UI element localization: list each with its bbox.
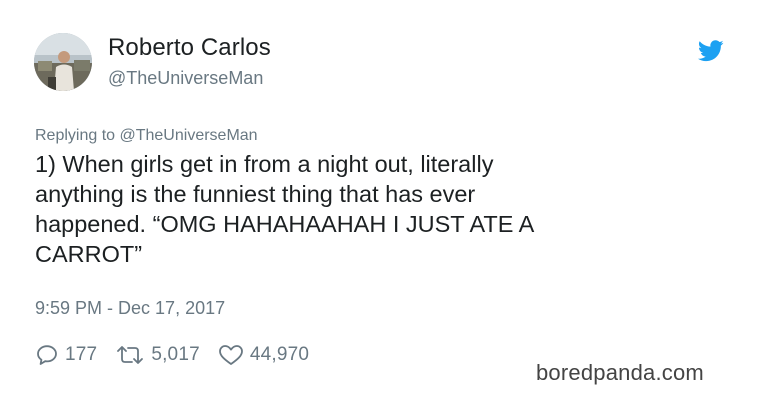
author-handle[interactable]: @TheUniverseMan xyxy=(108,68,263,89)
author-display-name[interactable]: Roberto Carlos xyxy=(108,34,271,62)
tweet-actions: 177 5,017 44,970 xyxy=(35,342,327,368)
profile-photo xyxy=(34,33,92,91)
twitter-bird-icon[interactable] xyxy=(698,40,724,62)
tweet-card: Roberto Carlos @TheUniverseMan Replying … xyxy=(0,0,760,400)
watermark: boredpanda.com xyxy=(536,360,704,385)
reply-icon xyxy=(37,345,57,365)
retweet-count: 5,017 xyxy=(151,344,200,365)
reply-button[interactable]: 177 xyxy=(35,343,97,367)
retweet-icon xyxy=(117,346,144,364)
like-button[interactable]: 44,970 xyxy=(218,343,309,367)
reply-context[interactable]: Replying to @TheUniverseMan xyxy=(35,127,258,145)
reply-count: 177 xyxy=(65,344,98,365)
tweet-text: 1) When girls get in from a night out, l… xyxy=(35,151,535,267)
retweet-button[interactable]: 5,017 xyxy=(115,343,200,367)
heart-icon xyxy=(218,345,243,365)
like-count: 44,970 xyxy=(249,344,310,365)
author-avatar[interactable] xyxy=(34,33,92,91)
tweet-timestamp[interactable]: 9:59 PM - Dec 17, 2017 xyxy=(35,298,225,319)
